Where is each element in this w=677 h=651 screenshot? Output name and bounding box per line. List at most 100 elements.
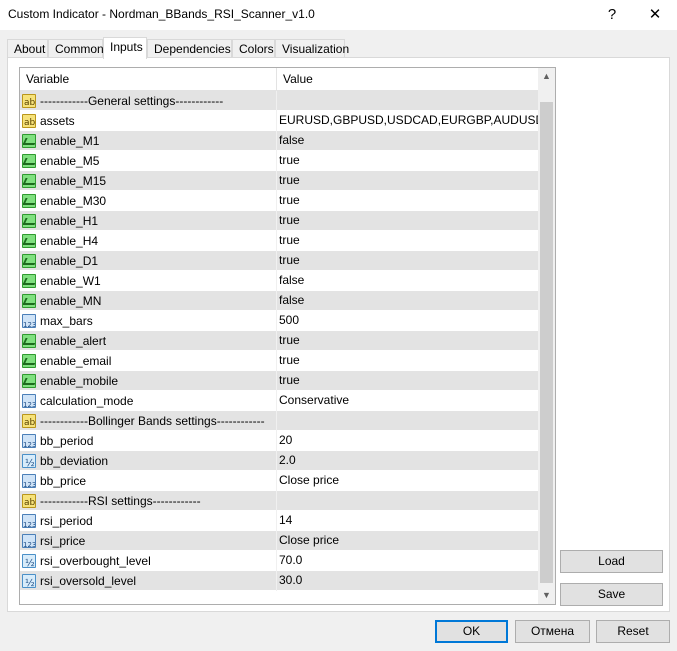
value-cell[interactable]: true: [277, 171, 538, 191]
variable-cell[interactable]: enable_M30: [20, 191, 277, 211]
grid-row[interactable]: rsi_overbought_level 70.0: [20, 551, 538, 571]
value-cell[interactable]: true: [277, 191, 538, 211]
grid-row[interactable]: bb_price Close price: [20, 471, 538, 491]
grid-row[interactable]: enable_D1 true: [20, 251, 538, 271]
grid-row[interactable]: enable_M30 true: [20, 191, 538, 211]
grid-row[interactable]: enable_W1 false: [20, 271, 538, 291]
tab-about[interactable]: About: [7, 39, 48, 58]
variable-name: rsi_overbought_level: [40, 553, 151, 568]
variable-cell[interactable]: rsi_period: [20, 511, 277, 531]
value-cell[interactable]: true: [277, 151, 538, 171]
grid-row[interactable]: bb_deviation 2.0: [20, 451, 538, 471]
value-cell[interactable]: 20: [277, 431, 538, 451]
variable-cell[interactable]: enable_M1: [20, 131, 277, 151]
grid-row[interactable]: enable_H4 true: [20, 231, 538, 251]
variable-cell[interactable]: enable_H1: [20, 211, 277, 231]
variable-cell[interactable]: ------------RSI settings------------: [20, 491, 277, 511]
reset-button[interactable]: Reset: [596, 620, 670, 643]
grid-row[interactable]: assets EURUSD,GBPUSD,USDCAD,EURGBP,AUDUSD: [20, 111, 538, 131]
value-cell[interactable]: Close price: [277, 471, 538, 491]
tab-colors[interactable]: Colors: [232, 39, 275, 58]
grid-scrollbar[interactable]: ▲ ▼: [538, 68, 555, 604]
load-button[interactable]: Load: [560, 550, 663, 573]
variable-cell[interactable]: ------------General settings------------: [20, 91, 277, 111]
integer-type-icon: [22, 314, 36, 328]
column-header-value[interactable]: Value: [277, 68, 538, 90]
grid-row[interactable]: ------------RSI settings------------: [20, 491, 538, 511]
grid-row[interactable]: enable_alert true: [20, 331, 538, 351]
variable-cell[interactable]: calculation_mode: [20, 391, 277, 411]
cancel-button[interactable]: Отмена: [515, 620, 590, 643]
grid-row[interactable]: enable_email true: [20, 351, 538, 371]
ok-button[interactable]: OK: [435, 620, 508, 643]
grid-row[interactable]: enable_MN false: [20, 291, 538, 311]
variable-cell[interactable]: enable_M15: [20, 171, 277, 191]
tab-common[interactable]: Common: [48, 39, 104, 58]
tab-inputs[interactable]: Inputs: [103, 37, 147, 59]
column-header-variable[interactable]: Variable: [20, 68, 277, 90]
grid-row[interactable]: bb_period 20: [20, 431, 538, 451]
scroll-thumb[interactable]: [540, 102, 553, 583]
variable-cell[interactable]: enable_D1: [20, 251, 277, 271]
grid-row[interactable]: max_bars 500: [20, 311, 538, 331]
value-cell[interactable]: 2.0: [277, 451, 538, 471]
value-cell[interactable]: 500: [277, 311, 538, 331]
tab-visualization[interactable]: Visualization: [275, 39, 349, 58]
save-button[interactable]: Save: [560, 583, 663, 606]
variable-cell[interactable]: rsi_oversold_level: [20, 571, 277, 591]
value-cell[interactable]: [277, 91, 538, 111]
value-cell[interactable]: true: [277, 331, 538, 351]
variable-cell[interactable]: enable_alert: [20, 331, 277, 351]
scroll-down-arrow-icon[interactable]: ▼: [538, 587, 555, 604]
grid-row[interactable]: enable_H1 true: [20, 211, 538, 231]
variable-cell[interactable]: enable_mobile: [20, 371, 277, 391]
variable-cell[interactable]: rsi_overbought_level: [20, 551, 277, 571]
variable-cell[interactable]: bb_deviation: [20, 451, 277, 471]
variable-cell[interactable]: enable_M5: [20, 151, 277, 171]
grid-row[interactable]: enable_mobile true: [20, 371, 538, 391]
variable-name: enable_M5: [40, 153, 100, 168]
variable-cell[interactable]: enable_W1: [20, 271, 277, 291]
value-cell[interactable]: 14: [277, 511, 538, 531]
variable-name: ------------General settings------------: [40, 93, 224, 108]
grid-row[interactable]: enable_M1 false: [20, 131, 538, 151]
value-cell[interactable]: 30.0: [277, 571, 538, 591]
tab-dependencies[interactable]: Dependencies: [147, 39, 232, 58]
value-cell[interactable]: true: [277, 231, 538, 251]
value-cell[interactable]: [277, 491, 538, 511]
grid-row[interactable]: rsi_oversold_level 30.0: [20, 571, 538, 591]
value-cell[interactable]: false: [277, 271, 538, 291]
value-cell[interactable]: true: [277, 351, 538, 371]
value-cell[interactable]: Close price: [277, 531, 538, 551]
value-cell[interactable]: 70.0: [277, 551, 538, 571]
grid-row[interactable]: enable_M15 true: [20, 171, 538, 191]
value-cell[interactable]: [277, 411, 538, 431]
variable-name: bb_price: [40, 473, 87, 488]
variable-cell[interactable]: assets: [20, 111, 277, 131]
grid-row[interactable]: rsi_period 14: [20, 511, 538, 531]
value-cell[interactable]: EURUSD,GBPUSD,USDCAD,EURGBP,AUDUSD: [277, 111, 538, 131]
variable-cell[interactable]: bb_price: [20, 471, 277, 491]
close-button[interactable]: ✕: [640, 2, 670, 28]
grid-row[interactable]: ------------Bollinger Bands settings----…: [20, 411, 538, 431]
value-cell[interactable]: true: [277, 251, 538, 271]
value-cell[interactable]: false: [277, 291, 538, 311]
value-cell[interactable]: Conservative: [277, 391, 538, 411]
value-cell[interactable]: false: [277, 131, 538, 151]
grid-row[interactable]: ------------General settings------------: [20, 91, 538, 111]
variable-cell[interactable]: ------------Bollinger Bands settings----…: [20, 411, 277, 431]
variable-cell[interactable]: max_bars: [20, 311, 277, 331]
grid-row[interactable]: calculation_mode Conservative: [20, 391, 538, 411]
variable-cell[interactable]: enable_email: [20, 351, 277, 371]
variable-cell[interactable]: bb_period: [20, 431, 277, 451]
value-cell[interactable]: true: [277, 371, 538, 391]
grid-row[interactable]: rsi_price Close price: [20, 531, 538, 551]
variable-cell[interactable]: rsi_price: [20, 531, 277, 551]
variable-cell[interactable]: enable_H4: [20, 231, 277, 251]
scroll-up-arrow-icon[interactable]: ▲: [538, 68, 555, 85]
help-button[interactable]: ?: [600, 2, 624, 28]
grid-row[interactable]: enable_M5 true: [20, 151, 538, 171]
variable-cell[interactable]: enable_MN: [20, 291, 277, 311]
integer-type-icon: [22, 434, 36, 448]
value-cell[interactable]: true: [277, 211, 538, 231]
